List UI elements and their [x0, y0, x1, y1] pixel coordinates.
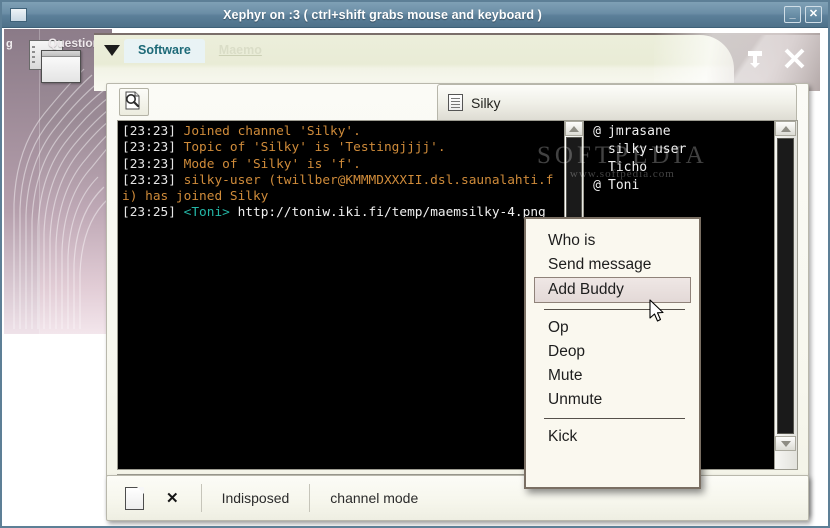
menu-item-add-buddy[interactable]: Add Buddy — [534, 277, 691, 303]
tab-maemo[interactable]: Maemo — [205, 39, 276, 63]
chat-line: [23:23] Joined channel 'Silky'. — [122, 124, 559, 140]
close-button[interactable]: ✕ — [805, 6, 822, 23]
menu-item-op[interactable]: Op — [526, 316, 699, 340]
chat-scroll-up-arrow[interactable] — [565, 121, 583, 136]
channel-tab-label: Silky — [471, 94, 501, 111]
chat-text: Mode of 'Silky' is 'f'. — [175, 156, 361, 172]
chat-timestamp: [23:23] — [122, 140, 176, 156]
chat-line: [23:23] silky-user (twillber@KMMMDXXXII.… — [122, 173, 559, 206]
app-header-buttons — [744, 47, 806, 70]
user-nick: silky-user — [608, 142, 687, 157]
chat-timestamp: [23:23] — [122, 156, 176, 172]
user-list-scrollbar[interactable] — [774, 121, 797, 469]
user-scroll-up-arrow[interactable] — [775, 121, 796, 136]
minimize-button[interactable]: _ — [784, 6, 801, 23]
user-list-item[interactable]: @ jmrasane — [586, 123, 774, 141]
chat-pane[interactable]: [23:23] Joined channel 'Silky'. [23:23] T… — [118, 121, 561, 469]
user-list-item[interactable]: @ Toni — [586, 177, 774, 195]
user-scroll-thumb[interactable] — [777, 138, 794, 434]
status-bar: ✕ Indisposed channel mode — [106, 475, 809, 521]
tab-strip: Software Maemo — [104, 39, 276, 63]
status-separator-1 — [200, 484, 202, 512]
window-titlebar: Xephyr on :3 ( ctrl+shift grabs mouse an… — [2, 2, 828, 28]
tab-dropdown-arrow-icon[interactable] — [104, 45, 120, 56]
menu-item-who-is[interactable]: Who is — [526, 229, 699, 253]
minimize-icon[interactable] — [744, 48, 766, 70]
chat-timestamp: [23:23] — [122, 172, 176, 188]
user-nick: Ticho — [608, 160, 648, 175]
user-mode-flag — [586, 141, 608, 159]
new-document-icon[interactable] — [125, 486, 144, 510]
chat-line: [23:23] Topic of 'Silky' is 'Testingjjjj… — [122, 140, 559, 156]
xephyr-window: Xephyr on :3 ( ctrl+shift grabs mouse an… — [0, 0, 830, 528]
window-icon-front — [41, 50, 81, 83]
menu-item-kick[interactable]: Kick — [526, 425, 699, 449]
user-scroll-down-arrow[interactable] — [775, 436, 796, 451]
user-mode-flag — [586, 159, 608, 177]
channel-tab-silky[interactable]: Silky — [437, 84, 797, 121]
tab-software[interactable]: Software — [124, 39, 205, 63]
chat-text: Topic of 'Silky' is 'Testingjjjj'. — [175, 140, 446, 156]
menu-separator — [544, 309, 685, 310]
menu-item-deop[interactable]: Deop — [526, 340, 699, 364]
user-context-menu: Who is Send message Add Buddy Op Deop Mute Unm… — [524, 217, 701, 489]
chat-line: [23:25] <Toni> http://toniw.iki.fi/temp/… — [122, 205, 559, 221]
user-mode-flag: @ — [593, 124, 601, 139]
status-text[interactable]: Indisposed — [222, 490, 290, 506]
find-document-icon[interactable] — [119, 88, 149, 116]
user-list-item[interactable]: silky-user — [586, 141, 774, 159]
wallpaper-letter: g — [6, 38, 13, 50]
chat-nick: <Toni> — [175, 205, 230, 221]
chat-line: [23:23] Mode of 'Silky' is 'f'. — [122, 157, 559, 173]
desktop-area: g Questions Software Maemo Silky [23:23]… — [4, 29, 828, 526]
chat-log: [23:23] Joined channel 'Silky'. [23:23] T… — [118, 121, 561, 222]
close-x-icon[interactable]: ✕ — [166, 489, 179, 507]
chat-text: silky-user (twillber@KMMMDXXXII.dsl.saun… — [122, 172, 554, 205]
window-icon-dots — [32, 46, 37, 66]
menu-item-send-message[interactable]: Send message — [526, 253, 699, 277]
status-separator-2 — [309, 484, 311, 512]
chat-timestamp: [23:25] — [122, 205, 176, 221]
menu-item-mute[interactable]: Mute — [526, 364, 699, 388]
chat-text: Joined channel 'Silky'. — [175, 124, 361, 139]
menu-item-unmute[interactable]: Unmute — [526, 388, 699, 412]
window-menu-icon[interactable] — [10, 7, 27, 22]
chat-timestamp: [23:23] — [122, 124, 176, 139]
chat-text: http://toniw.iki.fi/temp/maemsilky-4.png — [229, 205, 546, 221]
window-icon-titlebar — [42, 51, 80, 57]
silky-application-window: Software Maemo Silky [23:23] Joined chan… — [94, 33, 820, 521]
document-lines-icon — [448, 94, 463, 111]
user-nick: jmrasane — [608, 124, 671, 139]
app-toolbar: Silky — [107, 84, 808, 122]
app-body-panel: Silky [23:23] Joined channel 'Silky'. [23… — [106, 83, 809, 515]
close-icon[interactable] — [783, 47, 806, 70]
channel-mode-text[interactable]: channel mode — [330, 490, 418, 506]
user-list-item[interactable]: Ticho — [586, 159, 774, 177]
user-nick: Toni — [608, 178, 640, 193]
menu-separator — [544, 418, 685, 419]
window-title: Xephyr on :3 ( ctrl+shift grabs mouse an… — [223, 7, 542, 22]
user-mode-flag: @ — [593, 178, 601, 193]
